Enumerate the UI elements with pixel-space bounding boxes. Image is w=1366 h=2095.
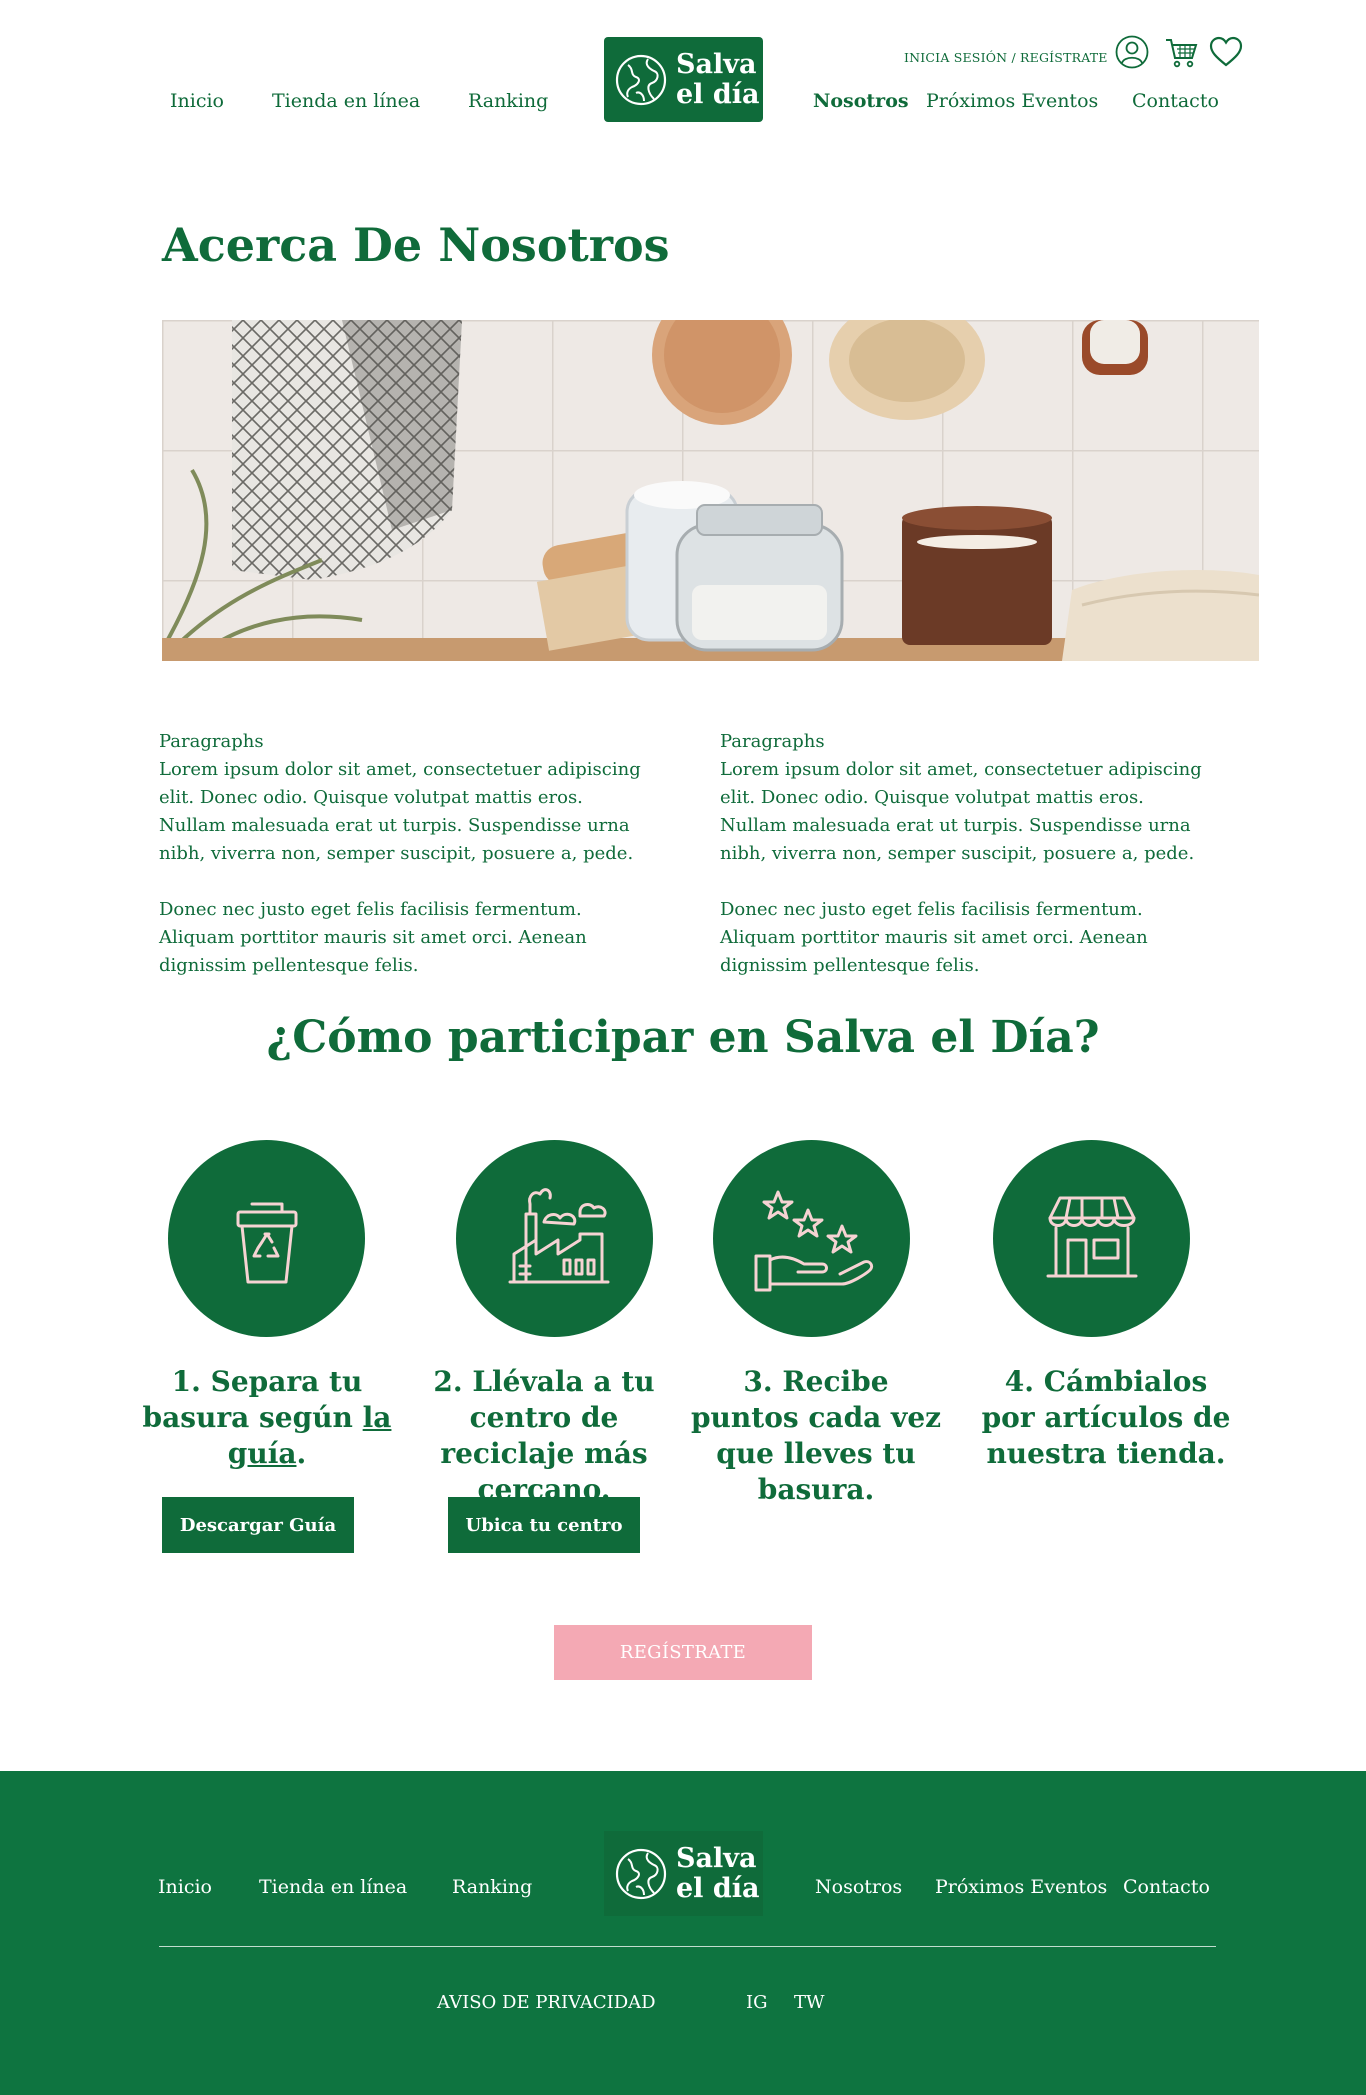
footer-nav-proximos-eventos[interactable]: Próximos Eventos: [935, 1876, 1107, 1898]
globe-icon: [615, 1848, 667, 1899]
step-3-text: 3. Recibe puntos cada vez que lleves tu …: [690, 1365, 942, 1506]
footer-nav-tienda-en-linea[interactable]: Tienda en línea: [259, 1876, 407, 1898]
footer-logo-line-2: el día: [676, 1872, 760, 1904]
footer-nav-ranking[interactable]: Ranking: [452, 1876, 532, 1898]
heart-icon[interactable]: [1208, 34, 1244, 70]
logo-line-1: Salva: [676, 48, 757, 80]
download-guide-button[interactable]: Descargar Guía: [162, 1497, 354, 1553]
column-paragraph-2: Donec nec justo eget felis facilisis fer…: [159, 899, 587, 976]
hero-image: [162, 320, 1259, 661]
locate-center-button[interactable]: Ubica tu centro: [448, 1497, 640, 1553]
recycling-plant-icon: [508, 1187, 609, 1283]
step-4-circle: [993, 1140, 1190, 1337]
column-paragraph-1: Lorem ipsum dolor sit amet, consectetuer…: [159, 759, 641, 864]
hand-stars-icon: [754, 1190, 873, 1291]
globe-icon: [615, 54, 667, 105]
site-footer: Inicio Tienda en línea Ranking Salva el …: [0, 1771, 1366, 2095]
site-logo[interactable]: Salva el día: [604, 37, 763, 122]
bathroom-shelf-photo: [162, 320, 1259, 661]
nav-nosotros[interactable]: Nosotros: [813, 90, 909, 112]
step-1-circle: [168, 1140, 365, 1337]
about-column-left: Paragraphs Lorem ipsum dolor sit amet, c…: [159, 728, 649, 1008]
step-2-circle: [456, 1140, 653, 1337]
nav-proximos-eventos[interactable]: Próximos Eventos: [926, 90, 1098, 112]
nav-tienda-en-linea[interactable]: Tienda en línea: [272, 90, 420, 112]
site-header: Inicio Tienda en línea Ranking Salva el …: [0, 0, 1366, 140]
privacy-link[interactable]: AVISO DE PRIVACIDAD: [437, 1992, 656, 2013]
footer-nav-nosotros[interactable]: Nosotros: [815, 1876, 902, 1898]
about-column-right: Paragraphs Lorem ipsum dolor sit amet, c…: [720, 728, 1210, 1008]
recycle-bin-icon: [236, 1202, 297, 1283]
column-paragraph-1: Lorem ipsum dolor sit amet, consectetuer…: [720, 759, 1202, 864]
register-button[interactable]: REGÍSTRATE: [554, 1625, 812, 1680]
page-title: Acerca De Nosotros: [162, 218, 670, 272]
footer-logo-line-1: Salva: [676, 1842, 757, 1874]
nav-inicio[interactable]: Inicio: [170, 90, 224, 112]
column-heading: Paragraphs: [159, 731, 264, 752]
step-4-text: 4. Cámbialos por artículos de nuestra ti…: [981, 1365, 1231, 1470]
login-register-link[interactable]: INICIA SESIÓN / REGÍSTRATE: [904, 50, 1108, 65]
column-heading: Paragraphs: [720, 731, 825, 752]
footer-logo-text: Salva el día: [676, 1842, 760, 1904]
logo-text: Salva el día: [676, 48, 760, 110]
footer-nav-contacto[interactable]: Contacto: [1123, 1876, 1210, 1898]
nav-ranking[interactable]: Ranking: [468, 90, 548, 112]
step-2-text: 2. Llévala a tu centro de reciclaje más …: [433, 1365, 655, 1506]
step-1-text-start: 1. Separa tu basura según: [142, 1365, 363, 1434]
column-paragraph-2: Donec nec justo eget felis facilisis fer…: [720, 899, 1148, 976]
cart-icon[interactable]: [1164, 34, 1200, 70]
instagram-link[interactable]: IG: [746, 1992, 768, 2013]
section-title: ¿Cómo participar en Salva el Día?: [266, 1012, 1100, 1063]
store-icon: [1046, 1196, 1137, 1277]
step-1-text: 1. Separa tu basura según la guía.: [137, 1364, 397, 1472]
step-1-text-end: .: [296, 1437, 307, 1470]
footer-logo[interactable]: Salva el día: [604, 1831, 763, 1916]
footer-divider: [159, 1946, 1216, 1947]
footer-nav-inicio[interactable]: Inicio: [158, 1876, 212, 1898]
nav-contacto[interactable]: Contacto: [1132, 90, 1219, 112]
step-3-circle: [713, 1140, 910, 1337]
user-icon[interactable]: [1114, 34, 1150, 70]
twitter-link[interactable]: TW: [794, 1992, 825, 2013]
logo-line-2: el día: [676, 78, 760, 110]
